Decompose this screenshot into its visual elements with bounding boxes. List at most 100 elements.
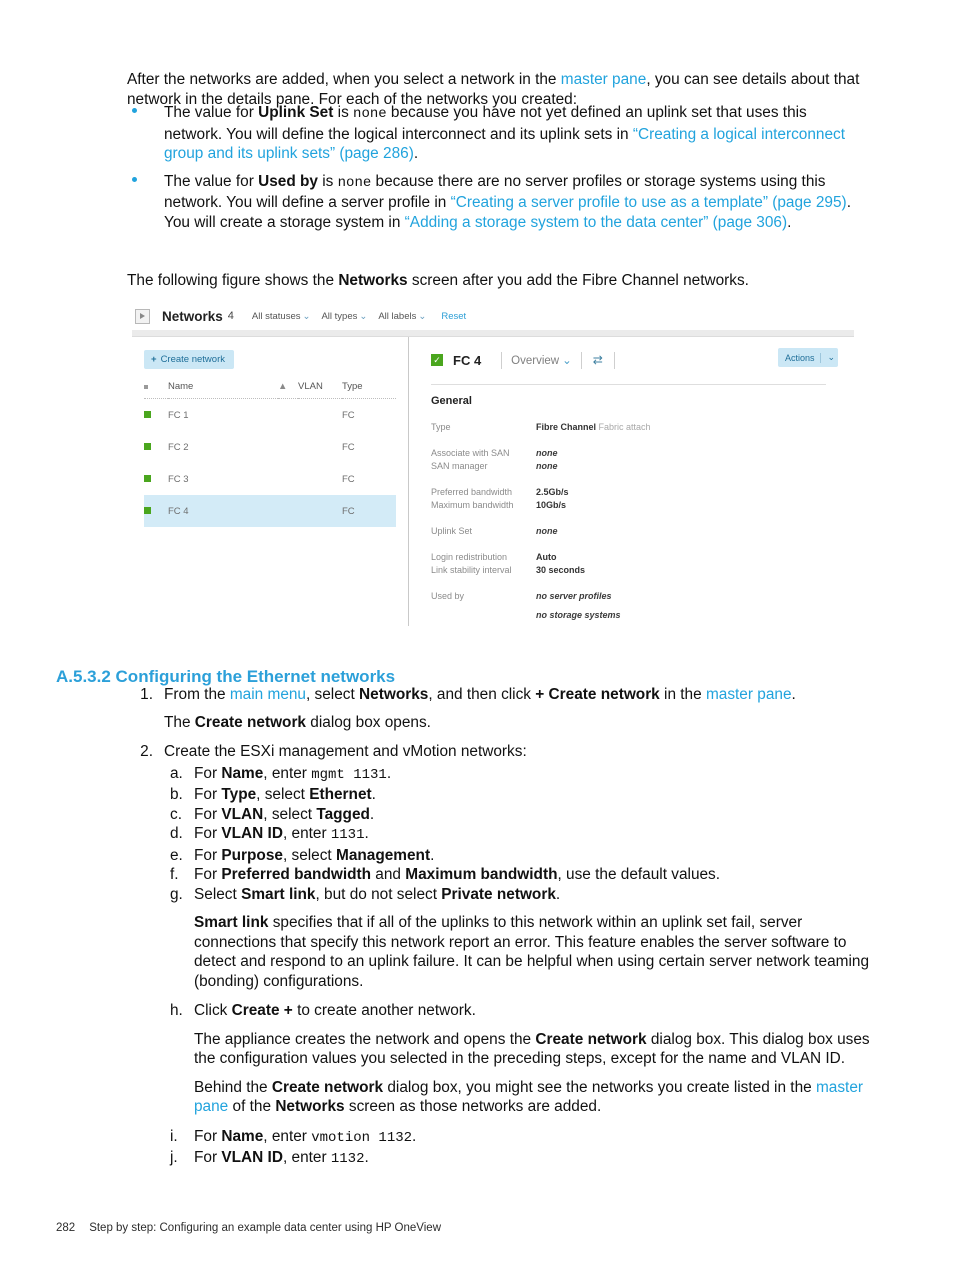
- substep-c: c. For VLAN, select Tagged.: [164, 805, 872, 825]
- text: The following figure shows the: [127, 272, 339, 290]
- row-vlan: [298, 463, 342, 495]
- row-name: FC 3: [168, 473, 189, 485]
- column-status[interactable]: [144, 381, 168, 399]
- substep-letter: d.: [170, 825, 183, 842]
- detail-value: none: [536, 448, 558, 458]
- row-sort-spacer: [278, 431, 298, 463]
- document-page: After the networks are added, when you s…: [0, 0, 954, 1271]
- networks-table: Name ▲ VLAN Type FC 1 FC FC 2 FC FC 3 FC…: [144, 381, 396, 527]
- substep-letter: j.: [170, 1149, 178, 1166]
- column-vlan[interactable]: VLAN: [298, 381, 342, 399]
- server-profile-template-link[interactable]: “Creating a server profile to use as a t…: [451, 194, 847, 211]
- detail-row: SAN manager none: [431, 460, 840, 473]
- smartlink-note: Smart link specifies that if all of the …: [194, 914, 870, 990]
- substep-body: Click Create + to create another network…: [194, 1002, 476, 1019]
- row-name: FC 2: [168, 441, 189, 453]
- bullet-body: The value for Uplink Set is none because…: [164, 103, 869, 164]
- create-network-label: Create network: [160, 354, 225, 365]
- substep-j: j. For VLAN ID, enter 1132.: [164, 1148, 872, 1170]
- view-selector[interactable]: Overview ⌄: [511, 353, 572, 367]
- sort-ascending-icon[interactable]: ▲: [278, 381, 298, 399]
- substep-letter-spacer: [164, 1078, 194, 1127]
- h-paragraph-1: The appliance creates the network and op…: [194, 1030, 870, 1068]
- detail-label: Link stability interval: [431, 565, 512, 575]
- substep-letter: c.: [170, 805, 182, 823]
- row-sort-spacer: [278, 495, 298, 527]
- detail-value: none: [536, 526, 558, 536]
- detail-row: Login redistribution Auto: [431, 551, 840, 564]
- details-section-title: General: [431, 395, 472, 407]
- detail-row: Used by no server profiles: [431, 590, 840, 603]
- reset-filters-link[interactable]: Reset: [441, 311, 466, 322]
- master-pane: + Create network Name ▲ VLAN Type FC 1 F…: [132, 337, 409, 626]
- storage-system-link[interactable]: “Adding a storage system to the data cen…: [405, 214, 787, 231]
- detail-label: Preferred bandwidth: [431, 487, 513, 497]
- bullet-body: The value for Used by is none because th…: [164, 172, 869, 233]
- row-vlan: [298, 495, 342, 527]
- table-row[interactable]: FC 1 FC: [144, 399, 396, 432]
- row-type: FC: [342, 473, 355, 485]
- networks-screen-figure: Networks 4 All statuses ⌄ All types ⌄ All …: [132, 303, 854, 626]
- detail-value: none: [536, 461, 558, 471]
- divider: [580, 351, 582, 369]
- detail-label: Login redistribution: [431, 552, 508, 562]
- table-row[interactable]: FC 2 FC: [144, 431, 396, 463]
- page-number: 282: [56, 1222, 76, 1234]
- row-status: [144, 431, 168, 463]
- master-pane-link[interactable]: master pane: [561, 71, 647, 88]
- table-row-selected[interactable]: FC 4 FC: [144, 495, 396, 527]
- detail-row: Associate with SAN none: [431, 447, 840, 460]
- steps-list: 1. From the main menu, select Networks, …: [127, 685, 872, 1170]
- column-name[interactable]: Name: [168, 381, 278, 399]
- bullet-marker: [127, 103, 164, 164]
- row-type: FC: [342, 441, 355, 453]
- code-value: mgmt 1131: [311, 766, 387, 783]
- substep-e: e. For Purpose, select Management.: [164, 846, 872, 866]
- detail-value: 2.5Gb/s: [536, 487, 569, 497]
- substep-letter: g.: [170, 885, 183, 903]
- text: .: [787, 213, 792, 231]
- figure-screen-title: Networks: [162, 308, 223, 324]
- detail-row: Uplink Set none: [431, 525, 840, 538]
- step-body: From the main menu, select Networks, and…: [164, 685, 872, 742]
- main-menu-link[interactable]: main menu: [230, 686, 306, 703]
- column-type[interactable]: Type: [342, 381, 396, 399]
- expand-panel-icon[interactable]: [135, 308, 150, 324]
- details-group-san: Associate with SAN none SAN manager none: [431, 447, 840, 473]
- figure-item-count: 4: [227, 310, 234, 322]
- map-view-icon[interactable]: ⇄: [591, 353, 605, 367]
- h-paragraph-1-row: The appliance creates the network and op…: [164, 1021, 872, 1078]
- details-group-uplink-set: Uplink Set none: [431, 525, 840, 538]
- detail-row: Preferred bandwidth 2.5Gb/s: [431, 486, 840, 499]
- detail-value: 30 seconds: [536, 565, 586, 575]
- status-ok-icon: [144, 442, 151, 450]
- actions-button[interactable]: Actions ⌄: [777, 348, 838, 367]
- details-pane: ✓ FC 4 Overview ⌄ ⇄ Actions ⌄ General Ty…: [409, 337, 854, 626]
- text: is: [333, 104, 354, 121]
- chevron-down-icon: ⌄: [562, 355, 572, 367]
- plus-icon: +: [151, 354, 157, 365]
- table-row[interactable]: FC 3 FC: [144, 463, 396, 495]
- filter-all-types[interactable]: All types ⌄: [321, 311, 367, 322]
- substep-body: Select Smart link, but do not select Pri…: [194, 885, 561, 903]
- create-network-button[interactable]: + Create network: [144, 350, 234, 369]
- h-paragraph-2-row: Behind the Create network dialog box, yo…: [164, 1078, 872, 1127]
- substep-i: i. For Name, enter vmotion 1132.: [164, 1127, 872, 1149]
- substep-d: d. For VLAN ID, enter 1131.: [164, 824, 872, 846]
- step-number: 2.: [140, 743, 153, 760]
- master-pane-link[interactable]: master pane: [706, 686, 792, 703]
- step-number: 1.: [140, 686, 153, 703]
- details-divider: [431, 384, 826, 385]
- row-vlan: [298, 431, 342, 463]
- figure-panes: + Create network Name ▲ VLAN Type FC 1 F…: [132, 337, 854, 626]
- detail-label: Used by: [431, 591, 465, 601]
- filter-all-labels[interactable]: All labels ⌄: [378, 311, 426, 322]
- substep-body: For Purpose, select Management.: [194, 846, 435, 864]
- chevron-down-icon: ⌄: [359, 310, 368, 322]
- smartlink-note-row: Smart link specifies that if all of the …: [164, 904, 872, 1001]
- intro-text-1: After the networks are added, when you s…: [127, 71, 561, 89]
- row-sort-spacer: [278, 399, 298, 432]
- filter-all-statuses[interactable]: All statuses ⌄: [252, 311, 311, 322]
- substep-letter: a.: [170, 764, 183, 782]
- status-ok-icon: ✓: [431, 354, 443, 366]
